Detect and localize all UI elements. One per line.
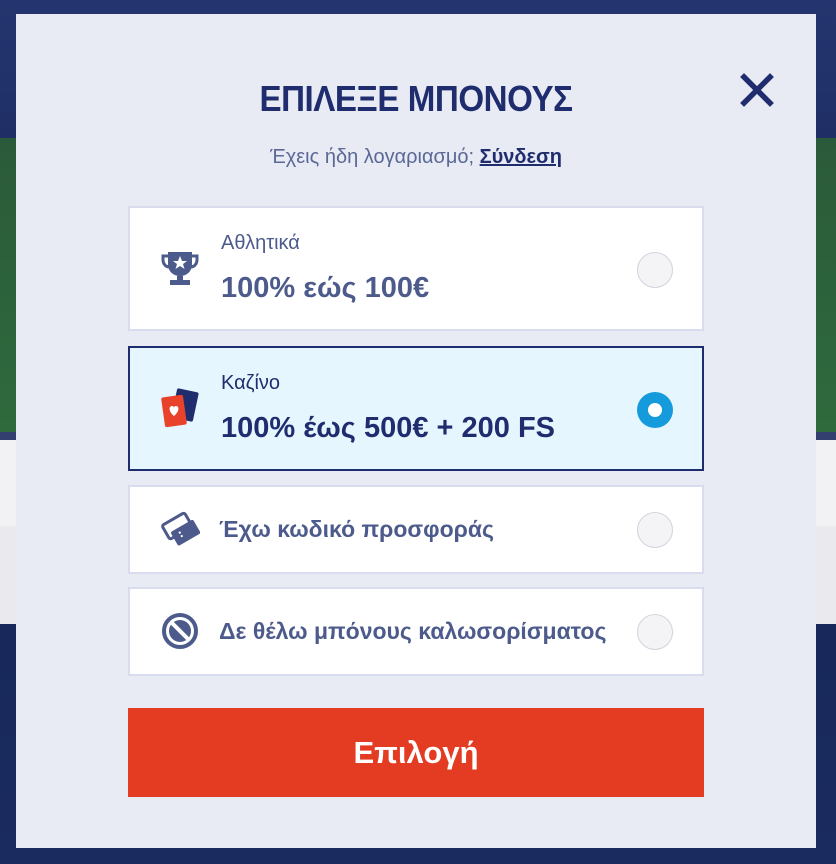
option-casino[interactable]: Καζίνο 100% έως 500€ + 200 FS bbox=[128, 346, 704, 471]
submit-button[interactable]: Επιλογή bbox=[128, 708, 704, 797]
close-button[interactable] bbox=[735, 68, 779, 112]
option-category: Αθλητικά bbox=[221, 232, 300, 254]
radio-button[interactable] bbox=[637, 252, 673, 288]
radio-button[interactable] bbox=[637, 614, 673, 650]
radio-button[interactable] bbox=[637, 512, 673, 548]
option-no-bonus[interactable]: Δε θέλω μπόνους καλωσορίσματος bbox=[128, 587, 704, 676]
option-label: Δε θέλω μπόνους καλωσορίσματος bbox=[219, 618, 607, 644]
trophy-icon bbox=[161, 252, 199, 285]
option-value: 100% εώς 100€ bbox=[221, 272, 430, 304]
option-category: Καζίνο bbox=[221, 372, 281, 394]
radio-button-selected[interactable] bbox=[637, 392, 673, 428]
option-promo-code[interactable]: Έχω κωδικό προσφοράς bbox=[128, 485, 704, 574]
option-label: Έχω κωδικό προσφοράς bbox=[219, 516, 494, 542]
playing-cards-icon bbox=[161, 388, 199, 428]
login-prompt: Έχεις ήδη λογαριασμό; Σύνδεση bbox=[16, 146, 816, 169]
bonus-modal: ΕΠΙΛΕΞΕ ΜΠΟΝΟΥΣ Έχεις ήδη λογαριασμό; Σύ… bbox=[16, 14, 816, 848]
no-entry-icon bbox=[162, 613, 198, 649]
tickets-icon bbox=[161, 511, 200, 546]
option-value: 100% έως 500€ + 200 FS bbox=[221, 412, 556, 444]
login-link[interactable]: Σύνδεση bbox=[480, 146, 562, 168]
option-sports[interactable]: Αθλητικά 100% εώς 100€ bbox=[128, 206, 704, 331]
modal-title: ΕΠΙΛΕΞΕ ΜΠΟΝΟΥΣ bbox=[259, 78, 573, 119]
login-prompt-text: Έχεις ήδη λογαριασμό; bbox=[270, 146, 475, 168]
close-icon bbox=[740, 73, 774, 107]
